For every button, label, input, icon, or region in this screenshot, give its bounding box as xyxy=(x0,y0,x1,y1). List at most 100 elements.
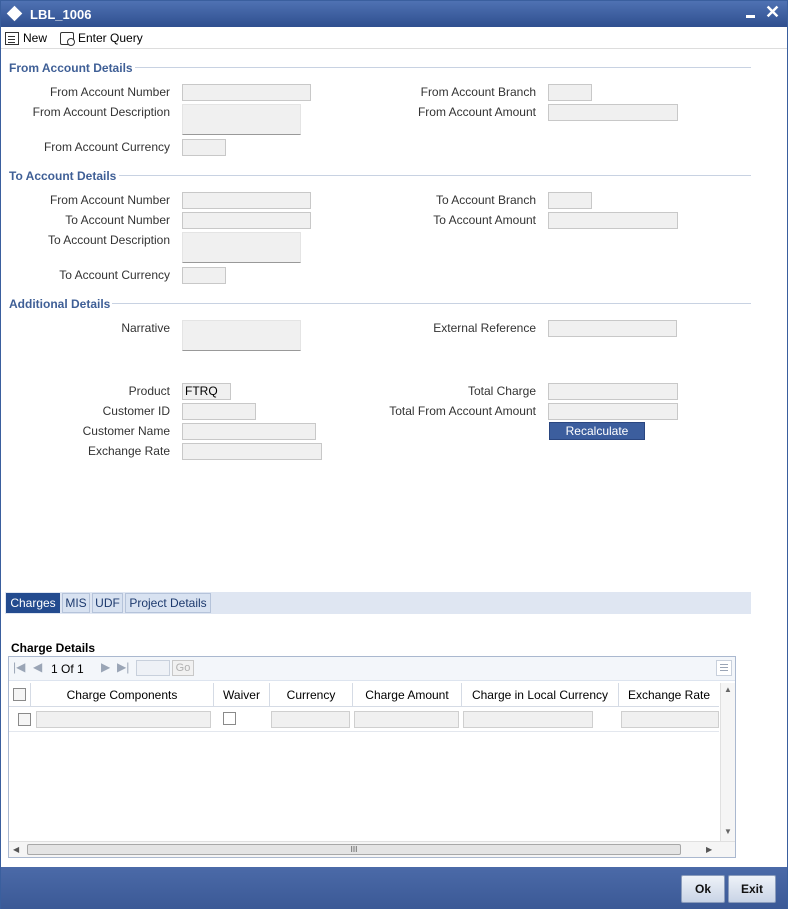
go-button[interactable]: Go xyxy=(172,660,194,676)
from-account-amount-label: From Account Amount xyxy=(417,105,536,119)
product-label: Product xyxy=(128,384,170,398)
enter-query-icon xyxy=(60,31,75,46)
next-page-icon[interactable]: ▶ xyxy=(101,660,110,674)
charge-details-heading: Charge Details xyxy=(11,641,96,655)
column-charge-amount[interactable]: Charge Amount xyxy=(353,683,462,707)
total-charge-field[interactable] xyxy=(548,383,678,400)
column-currency[interactable]: Currency xyxy=(270,683,353,707)
to-account-number-field[interactable] xyxy=(182,212,311,229)
tab-udf[interactable]: UDF xyxy=(92,593,123,613)
scroll-left-icon[interactable]: ◀ xyxy=(13,845,19,854)
last-page-icon[interactable]: ▶| xyxy=(117,660,129,674)
horizontal-scroll-thumb[interactable]: III xyxy=(27,844,681,855)
charge-amount-cell[interactable] xyxy=(354,711,459,728)
additional-details-heading: Additional Details xyxy=(9,297,113,311)
select-all-cell xyxy=(9,683,31,707)
from-account-branch-field[interactable] xyxy=(548,84,592,101)
recalculate-button[interactable]: Recalculate xyxy=(549,422,645,440)
toolbar: New Enter Query xyxy=(1,27,787,49)
total-from-account-amount-field[interactable] xyxy=(548,403,678,420)
minimize-icon[interactable] xyxy=(746,15,755,18)
row-select-checkbox[interactable] xyxy=(18,713,31,726)
to-account-currency-field[interactable] xyxy=(182,267,226,284)
grid-menu-icon[interactable] xyxy=(716,660,732,676)
from-account-currency-label: From Account Currency xyxy=(43,140,170,154)
to-section-from-account-number-field[interactable] xyxy=(182,192,311,209)
window-title: LBL_1006 xyxy=(30,7,92,22)
charge-components-cell[interactable] xyxy=(36,711,211,728)
to-account-amount-label: To Account Amount xyxy=(433,213,536,227)
customer-name-label: Customer Name xyxy=(82,424,170,438)
lbl-1006-window: LBL_1006 ✕ New Enter Query From Account … xyxy=(0,0,788,909)
enter-query-button[interactable]: Enter Query xyxy=(60,29,143,47)
previous-page-icon[interactable]: ◀ xyxy=(33,660,42,674)
page-number-input[interactable] xyxy=(136,660,170,676)
scroll-down-icon[interactable]: ▼ xyxy=(724,827,732,836)
grid-header: Charge Components Waiver Currency Charge… xyxy=(9,683,719,707)
charge-local-currency-cell[interactable] xyxy=(463,711,593,728)
footer-bar: Ok Exit xyxy=(1,867,787,909)
tab-project-details[interactable]: Project Details xyxy=(125,593,211,613)
waiver-checkbox[interactable] xyxy=(223,712,236,725)
exchange-rate-label: Exchange Rate xyxy=(87,444,170,458)
to-account-description-field[interactable] xyxy=(182,232,301,263)
scroll-up-icon[interactable]: ▲ xyxy=(724,685,732,694)
tab-mis[interactable]: MIS xyxy=(62,593,90,613)
external-reference-field[interactable] xyxy=(548,320,677,337)
to-section-from-account-number-label: From Account Number xyxy=(49,193,170,207)
to-account-number-label: To Account Number xyxy=(65,213,170,227)
page-of: Of xyxy=(61,662,74,676)
total-from-account-amount-label: Total From Account Amount xyxy=(389,404,536,418)
external-reference-label: External Reference xyxy=(433,321,536,335)
column-charge-local-currency[interactable]: Charge in Local Currency xyxy=(462,683,619,707)
to-account-description-label: To Account Description xyxy=(47,233,170,247)
scroll-right-icon[interactable]: ▶ xyxy=(706,845,712,854)
page-current: 1 xyxy=(51,662,58,676)
narrative-field[interactable] xyxy=(182,320,301,351)
column-waiver[interactable]: Waiver xyxy=(214,683,270,707)
page-total: 1 xyxy=(77,662,84,676)
new-button[interactable]: New xyxy=(5,29,47,47)
table-row xyxy=(9,708,719,732)
exchange-rate-cell[interactable] xyxy=(621,711,719,728)
from-account-heading: From Account Details xyxy=(9,61,135,75)
close-icon[interactable]: ✕ xyxy=(765,2,780,22)
window-diamond-icon xyxy=(6,5,23,22)
ok-button[interactable]: Ok xyxy=(681,875,725,903)
from-account-currency-field[interactable] xyxy=(182,139,226,156)
section-divider xyxy=(131,67,751,68)
from-account-number-field[interactable] xyxy=(182,84,311,101)
vertical-scrollbar[interactable]: ▲ ▼ xyxy=(720,683,735,841)
enter-query-label: Enter Query xyxy=(78,31,143,45)
from-account-branch-label: From Account Branch xyxy=(420,85,536,99)
currency-cell[interactable] xyxy=(271,711,350,728)
to-account-branch-label: To Account Branch xyxy=(435,193,536,207)
exchange-rate-field[interactable] xyxy=(182,443,322,460)
horizontal-scrollbar[interactable]: ◀ III ▶ xyxy=(9,841,735,857)
product-field[interactable]: FTRQ xyxy=(182,383,231,400)
to-account-currency-label: To Account Currency xyxy=(59,268,170,282)
charge-details-grid: |◀ ◀ 1 Of 1 ▶ ▶| Go Charge Components Wa… xyxy=(8,656,736,858)
tab-strip: Charges MIS UDF Project Details xyxy=(5,592,751,614)
from-account-description-label: From Account Description xyxy=(32,105,170,119)
section-divider xyxy=(111,303,751,304)
from-account-amount-field[interactable] xyxy=(548,104,678,121)
title-bar: LBL_1006 ✕ xyxy=(1,1,787,27)
tab-charges[interactable]: Charges xyxy=(6,593,60,613)
column-exchange-rate[interactable]: Exchange Rate xyxy=(619,683,719,707)
page-indicator: 1 Of 1 xyxy=(51,662,84,676)
customer-name-field[interactable] xyxy=(182,423,316,440)
to-account-heading: To Account Details xyxy=(9,169,119,183)
exit-button[interactable]: Exit xyxy=(728,875,776,903)
column-charge-components[interactable]: Charge Components xyxy=(31,683,214,707)
section-divider xyxy=(119,175,751,176)
customer-id-field[interactable] xyxy=(182,403,256,420)
to-account-branch-field[interactable] xyxy=(548,192,592,209)
first-page-icon[interactable]: |◀ xyxy=(13,660,25,674)
from-account-description-field[interactable] xyxy=(182,104,301,135)
to-account-amount-field[interactable] xyxy=(548,212,678,229)
from-account-number-label: From Account Number xyxy=(49,85,170,99)
narrative-label: Narrative xyxy=(121,321,170,335)
new-document-icon xyxy=(5,31,19,45)
select-all-checkbox[interactable] xyxy=(13,688,26,701)
